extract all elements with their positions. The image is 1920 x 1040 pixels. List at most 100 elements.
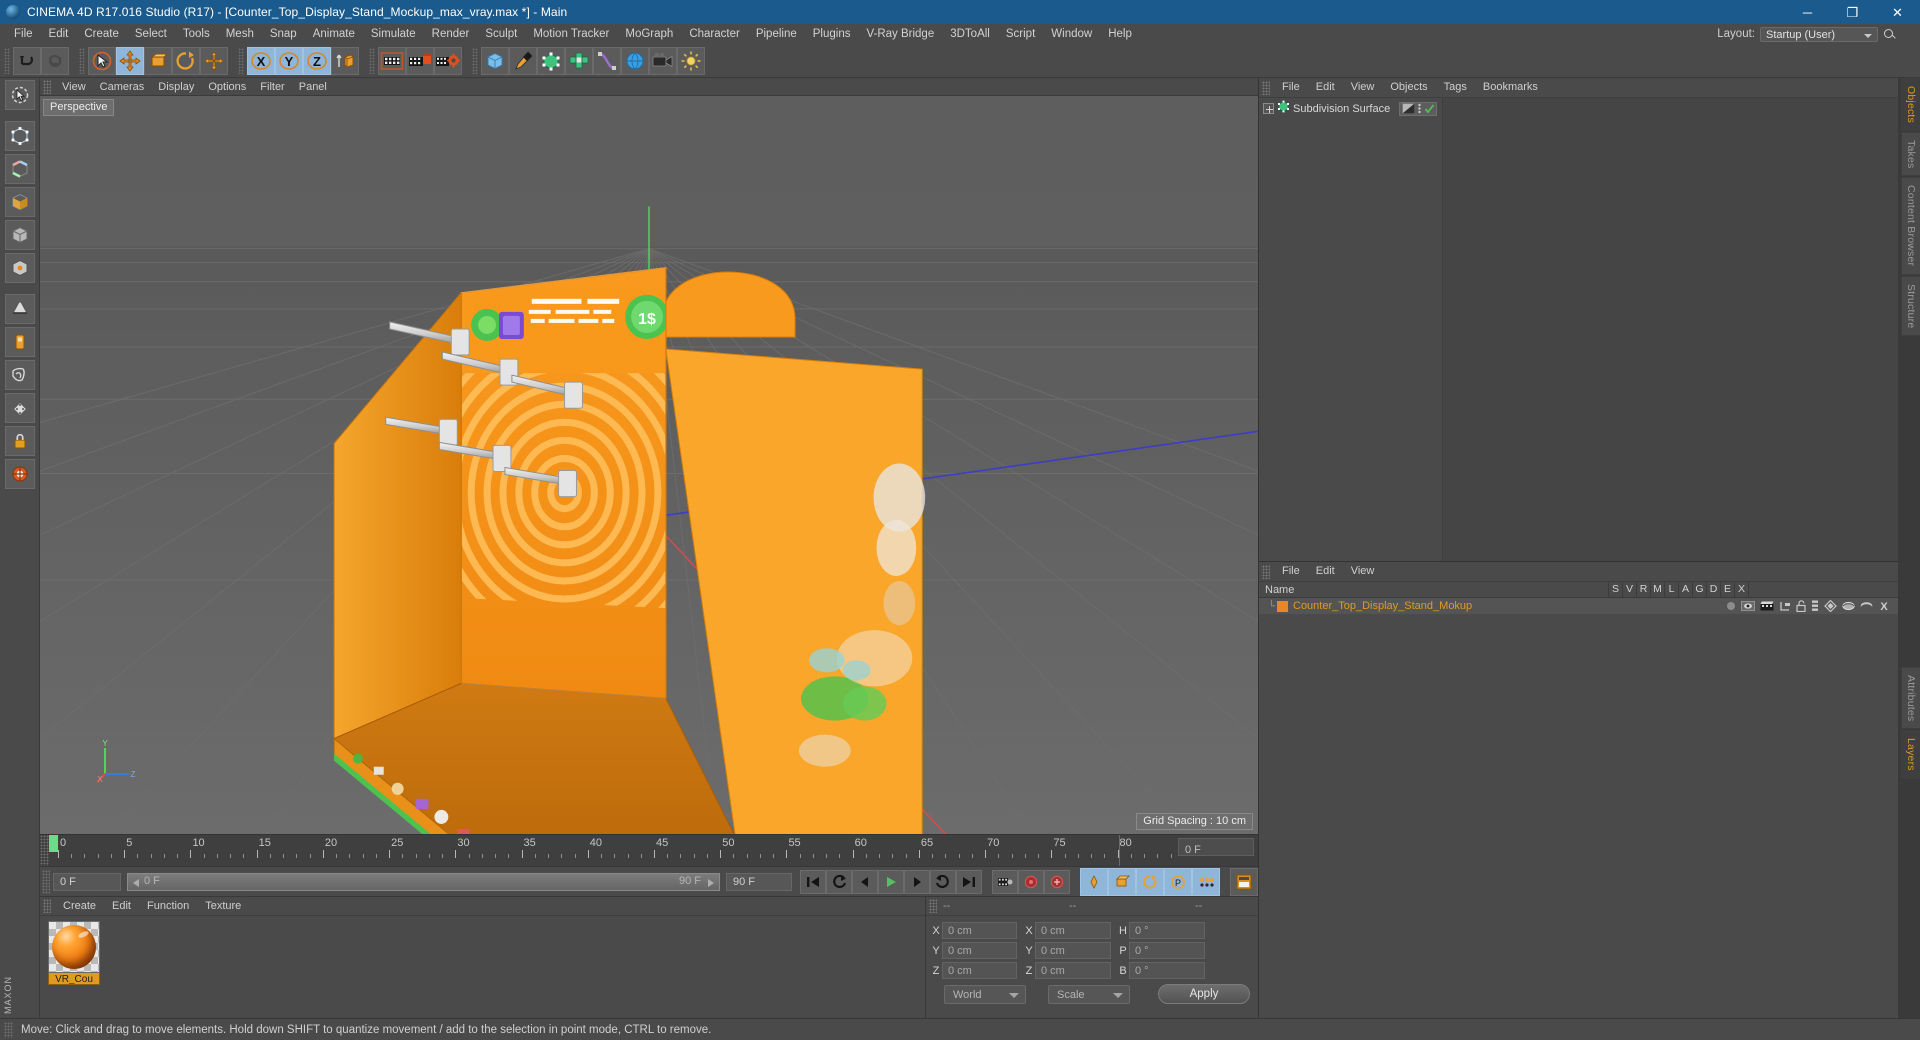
layer-menu-view[interactable]: View (1343, 562, 1383, 581)
menu-character[interactable]: Character (681, 24, 748, 44)
object-mode-icon[interactable] (4, 253, 35, 283)
layer-col-a[interactable]: A (1678, 581, 1692, 598)
panel-grip[interactable] (4, 1021, 13, 1038)
range-right-arrow-icon[interactable] (708, 878, 714, 887)
position-x-input[interactable]: 0 cm (942, 922, 1017, 939)
texture-axis-icon[interactable] (4, 294, 35, 324)
position-key-button[interactable] (1080, 867, 1108, 896)
menu-window[interactable]: Window (1043, 24, 1100, 44)
menu-animate[interactable]: Animate (305, 24, 363, 44)
tab-structure[interactable]: Structure (1901, 275, 1920, 337)
menu-create[interactable]: Create (76, 24, 127, 44)
add-environment-icon[interactable] (621, 46, 649, 75)
render-to-picture-viewer-icon[interactable] (406, 46, 434, 75)
menu-snap[interactable]: Snap (262, 24, 305, 44)
layer-col-e[interactable]: E (1720, 581, 1734, 598)
max-frame-input[interactable]: 90 F (726, 872, 792, 891)
workplane-icon[interactable] (4, 360, 35, 390)
expression-cap-icon[interactable] (1860, 601, 1873, 611)
timeline-current-frame-field[interactable]: 0 F (1178, 838, 1254, 856)
size-z-input[interactable]: 0 cm (1035, 962, 1111, 979)
lock-workplane-icon[interactable] (4, 426, 35, 456)
layer-col-r[interactable]: R (1636, 581, 1650, 598)
panel-grip[interactable] (40, 835, 49, 866)
animation-bars-icon[interactable] (1811, 600, 1819, 612)
toolbar-grip[interactable] (472, 47, 478, 74)
panel-grip[interactable] (1262, 564, 1270, 579)
material-menu-function[interactable]: Function (139, 897, 197, 915)
step-back-button[interactable] (852, 869, 878, 894)
menu-simulate[interactable]: Simulate (363, 24, 424, 44)
size-mode-dropdown[interactable]: Scale (1048, 984, 1130, 1004)
live-selection-icon[interactable] (4, 80, 35, 110)
add-generator-icon[interactable] (537, 46, 565, 75)
lock-z-axis-icon[interactable]: Z (303, 46, 331, 75)
layer-col-m[interactable]: M (1650, 581, 1664, 598)
rotate-tool-icon[interactable] (172, 46, 200, 75)
coordinate-system-dropdown[interactable]: World (944, 984, 1026, 1004)
maximize-button[interactable]: ❐ (1830, 0, 1875, 24)
toolbar-grip[interactable] (79, 47, 85, 74)
close-button[interactable]: ✕ (1875, 0, 1920, 24)
menu-motion-tracker[interactable]: Motion Tracker (525, 24, 617, 44)
layer-col-v[interactable]: V (1622, 581, 1636, 598)
timeline-range-slider[interactable]: 0 F 90 F (127, 872, 720, 891)
move-axis-icon[interactable] (200, 46, 228, 75)
minimize-button[interactable]: ─ (1785, 0, 1830, 24)
search-icon[interactable] (1883, 28, 1896, 41)
keyframe-selection-button[interactable] (1044, 869, 1070, 894)
tab-takes[interactable]: Takes (1901, 132, 1920, 177)
table-row[interactable]: └ Counter_Top_Display_Stand_Mokup X (1259, 598, 1898, 614)
toolbar-grip[interactable] (4, 47, 10, 74)
layer-col-l[interactable]: L (1664, 581, 1678, 598)
panel-grip[interactable] (43, 899, 51, 913)
scale-key-button[interactable] (1108, 867, 1136, 896)
object-menu-edit[interactable]: Edit (1308, 78, 1343, 97)
object-menu-view[interactable]: View (1343, 78, 1383, 97)
material-menu-texture[interactable]: Texture (197, 897, 249, 915)
play-next-frame-button[interactable] (930, 869, 956, 894)
polygon-mode-icon[interactable] (4, 187, 35, 217)
object-menu-objects[interactable]: Objects (1382, 78, 1435, 97)
play-forward-button[interactable] (878, 869, 904, 894)
material-menu-create[interactable]: Create (55, 897, 104, 915)
menu-tools[interactable]: Tools (175, 24, 218, 44)
undo-icon[interactable] (13, 46, 41, 75)
xref-icon[interactable]: X (1878, 600, 1890, 612)
toolbar-grip[interactable] (238, 47, 244, 74)
size-x-input[interactable]: 0 cm (1035, 922, 1111, 939)
visibility-eye-icon[interactable] (1741, 601, 1755, 611)
add-cube-primitive-icon[interactable] (481, 46, 509, 75)
material-preview-swatch[interactable] (48, 921, 100, 973)
menu-3dtoall[interactable]: 3DToAll (942, 24, 998, 44)
add-camera-icon[interactable] (649, 46, 677, 75)
object-tags[interactable] (1399, 101, 1438, 116)
tab-layers[interactable]: Layers (1901, 730, 1920, 780)
add-light-icon[interactable] (677, 46, 705, 75)
panel-grip[interactable] (1262, 80, 1270, 95)
lock-open-icon[interactable] (1796, 600, 1806, 612)
viewport-3d-canvas[interactable]: Perspective Grid Spacing : 10 cm 1$ Y Z … (40, 96, 1258, 834)
scale-tool-icon[interactable] (144, 46, 172, 75)
step-forward-button[interactable] (904, 869, 930, 894)
viewport-menu-options[interactable]: Options (201, 78, 253, 96)
add-deformer-icon[interactable] (593, 46, 621, 75)
menu-mesh[interactable]: Mesh (218, 24, 262, 44)
apply-button[interactable]: Apply (1158, 984, 1250, 1004)
rotation-h-input[interactable]: 0 ° (1129, 922, 1205, 939)
panel-grip[interactable] (42, 869, 50, 894)
material-item[interactable]: VR_Cou (48, 921, 100, 985)
solo-dot-icon[interactable] (1726, 601, 1736, 611)
go-to-start-button[interactable] (800, 869, 826, 894)
panel-grip[interactable] (929, 899, 937, 913)
play-previous-frame-button[interactable] (826, 869, 852, 894)
lock-y-axis-icon[interactable]: Y (275, 46, 303, 75)
manager-tree-icon[interactable] (1779, 601, 1791, 612)
model-mode-icon[interactable] (4, 220, 35, 250)
redo-icon[interactable] (41, 46, 69, 75)
move-tool-icon[interactable] (116, 46, 144, 75)
record-active-objects-button[interactable] (992, 869, 1018, 894)
viewport-menu-filter[interactable]: Filter (253, 78, 291, 96)
tab-attributes[interactable]: Attributes (1901, 667, 1920, 730)
object-menu-tags[interactable]: Tags (1436, 78, 1475, 97)
